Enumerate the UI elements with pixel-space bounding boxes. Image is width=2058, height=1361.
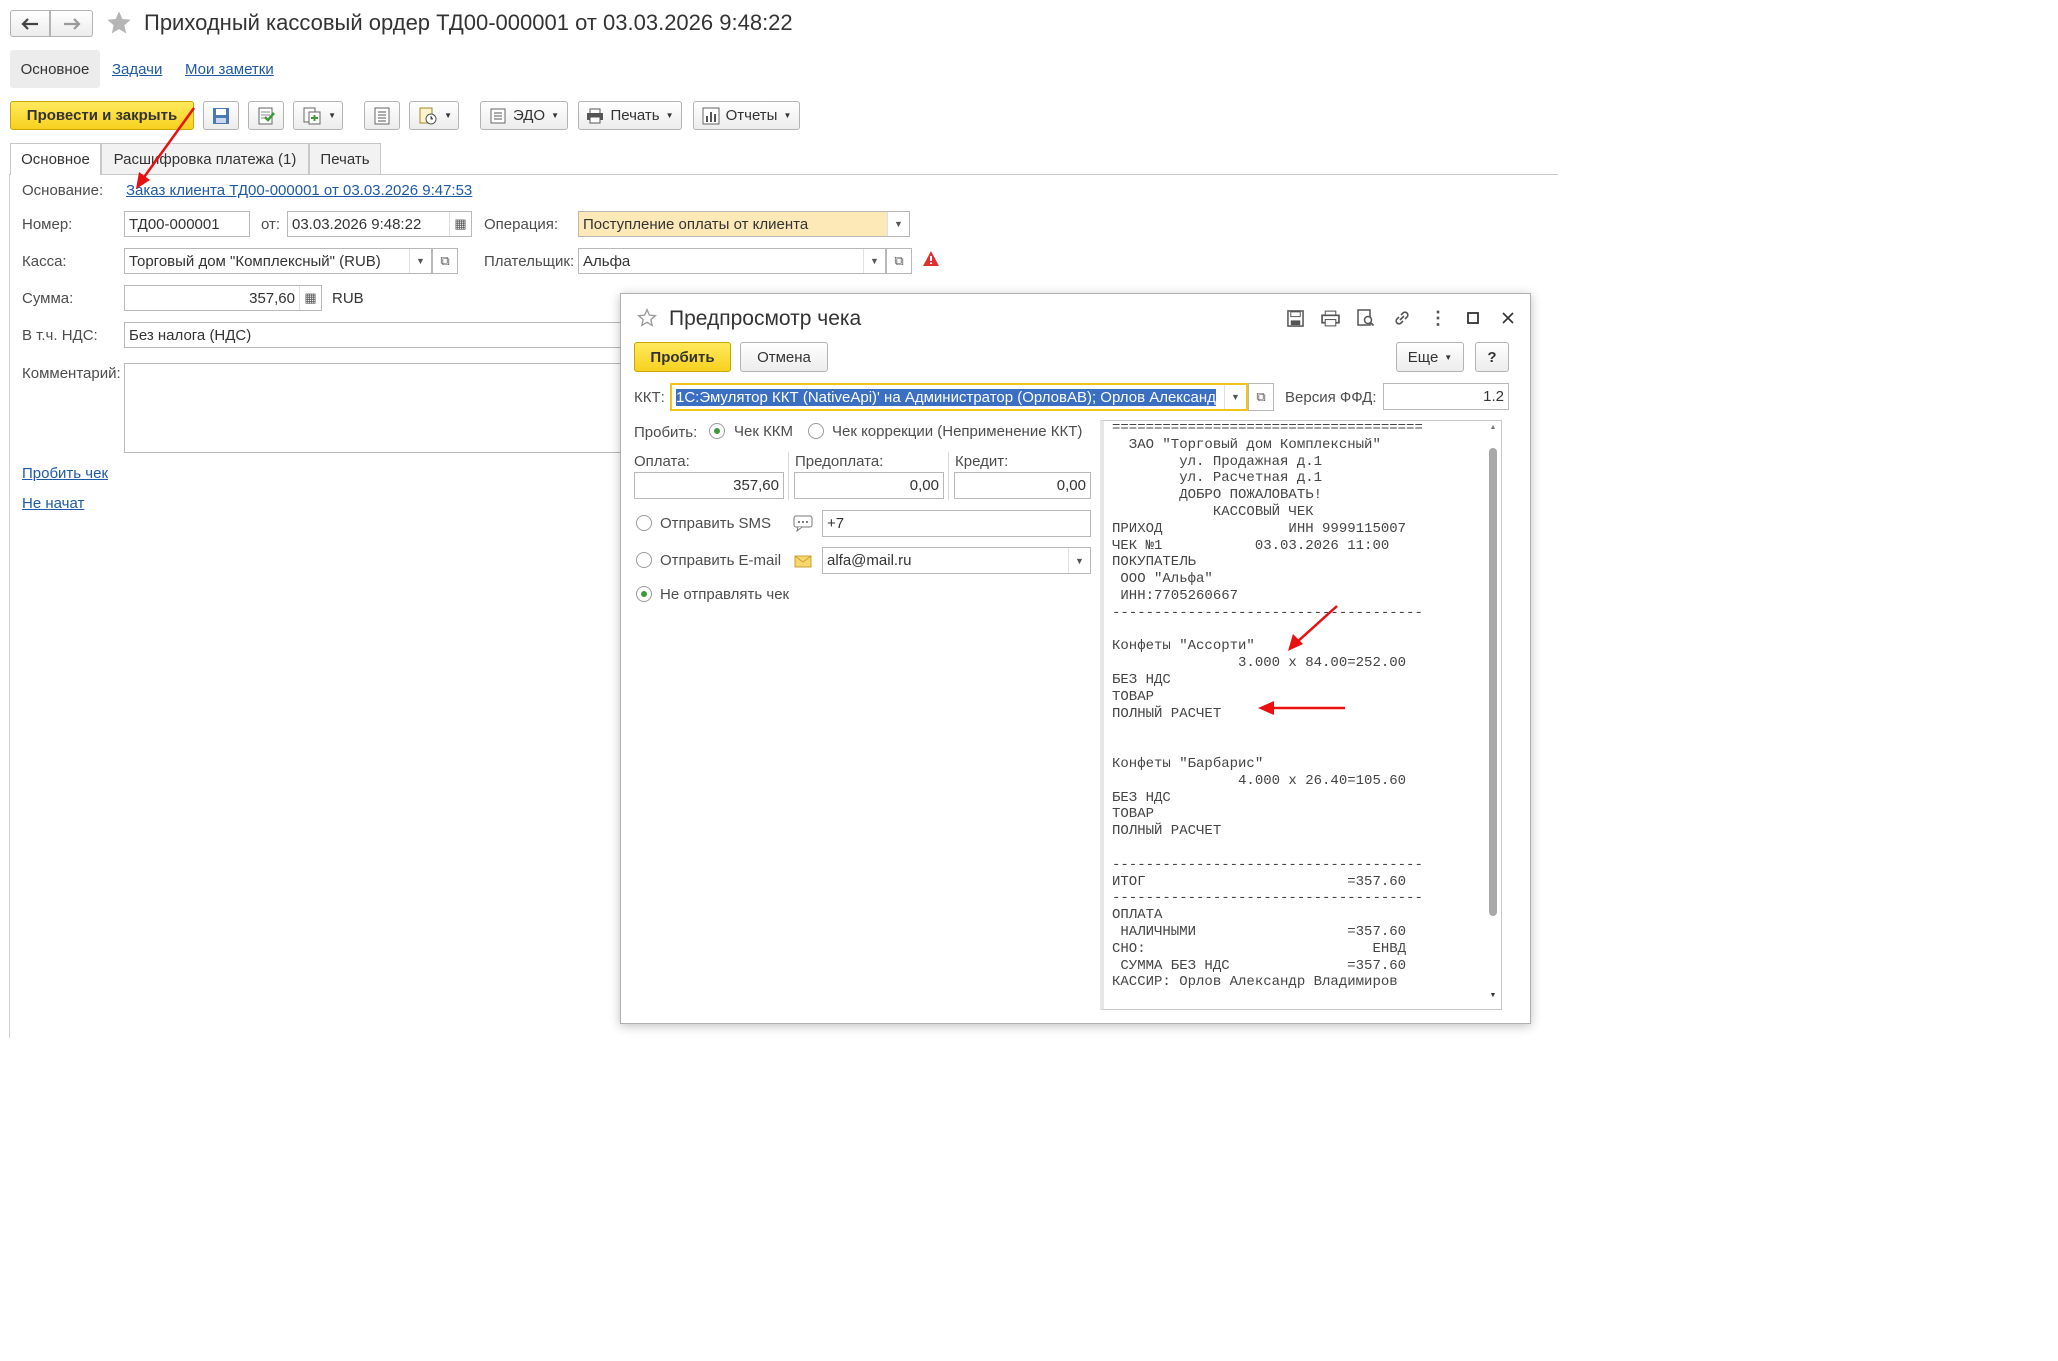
annotation-arrows (136, 107, 1345, 715)
arrow-to-item-1-head (1288, 634, 1303, 651)
arrow-to-item-1 (1295, 605, 1338, 644)
arrow-to-tabs-head (136, 172, 150, 189)
arrow-to-full-payment-head (1258, 701, 1274, 715)
arrow-to-tabs (140, 107, 196, 181)
